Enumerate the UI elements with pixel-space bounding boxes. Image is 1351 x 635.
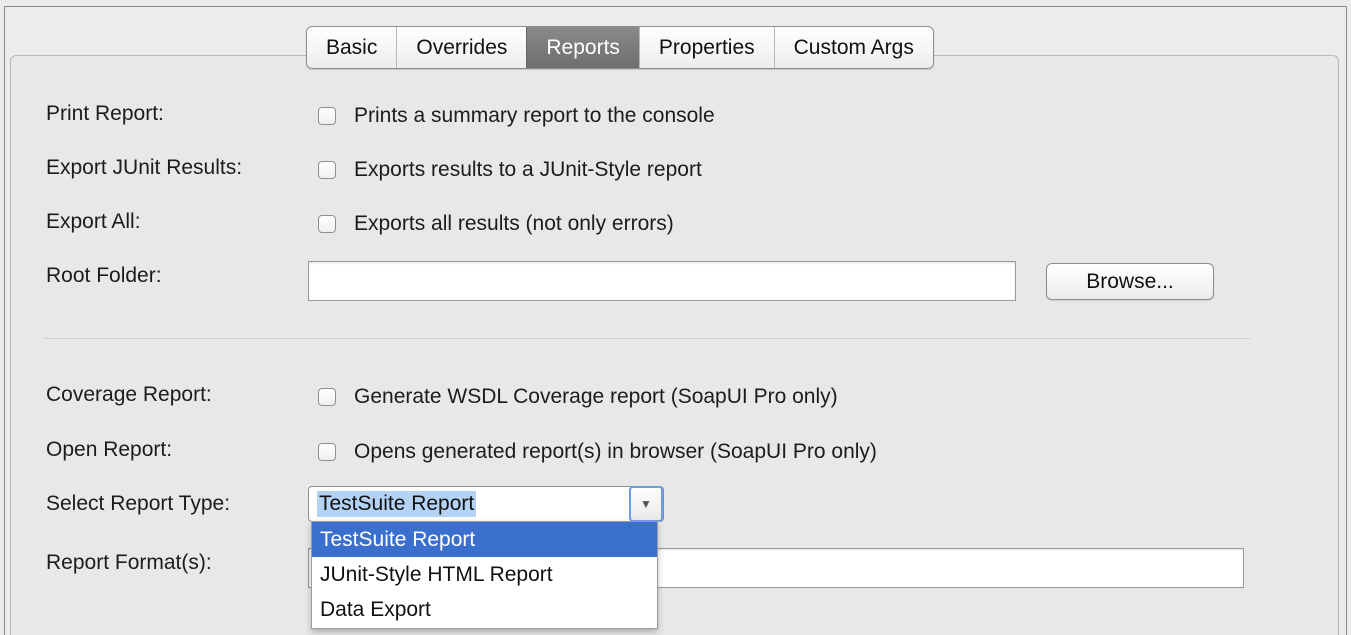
export-junit-checkbox[interactable] [318, 161, 336, 179]
report-formats-label: Report Format(s): [46, 551, 212, 574]
export-all-checkbox-text: Exports all results (not only errors) [354, 212, 674, 235]
dropdown-option-testsuite-report[interactable]: TestSuite Report [312, 522, 657, 557]
report-type-dropdown: TestSuite Report JUnit-Style HTML Report… [311, 521, 658, 629]
coverage-report-label: Coverage Report: [46, 383, 212, 406]
browse-button[interactable]: Browse... [1046, 263, 1214, 300]
tab-custom-args[interactable]: Custom Args [773, 27, 933, 68]
report-type-label: Select Report Type: [46, 492, 231, 515]
print-report-label: Print Report: [46, 102, 164, 125]
tab-basic[interactable]: Basic [307, 27, 396, 68]
print-report-option[interactable]: Prints a summary report to the console [318, 104, 715, 128]
export-all-option[interactable]: Exports all results (not only errors) [318, 212, 674, 236]
tab-reports[interactable]: Reports [526, 27, 639, 68]
dropdown-option-junit-html-report[interactable]: JUnit-Style HTML Report [312, 557, 657, 592]
export-all-checkbox[interactable] [318, 215, 336, 233]
export-junit-label: Export JUnit Results: [46, 156, 243, 179]
root-folder-input[interactable] [308, 261, 1016, 301]
open-report-checkbox[interactable] [318, 443, 336, 461]
print-report-checkbox[interactable] [318, 107, 336, 125]
report-type-selected-value: TestSuite Report [317, 491, 477, 517]
export-junit-option[interactable]: Exports results to a JUnit-Style report [318, 158, 702, 182]
tab-bar: Basic Overrides Reports Properties Custo… [306, 26, 934, 69]
chevron-down-icon[interactable]: ▼ [629, 486, 663, 522]
tab-properties[interactable]: Properties [638, 27, 774, 68]
coverage-report-checkbox[interactable] [318, 388, 336, 406]
coverage-report-option[interactable]: Generate WSDL Coverage report (SoapUI Pr… [318, 385, 838, 409]
root-folder-label: Root Folder: [46, 264, 162, 287]
export-junit-checkbox-text: Exports results to a JUnit-Style report [354, 158, 702, 181]
open-report-checkbox-text: Opens generated report(s) in browser (So… [354, 440, 877, 463]
open-report-label: Open Report: [46, 438, 173, 461]
section-divider [44, 338, 1250, 339]
report-type-select[interactable]: TestSuite Report ▼ [308, 486, 664, 522]
dropdown-option-data-export[interactable]: Data Export [312, 592, 657, 627]
tab-overrides[interactable]: Overrides [396, 27, 526, 68]
coverage-report-checkbox-text: Generate WSDL Coverage report (SoapUI Pr… [354, 385, 838, 408]
print-report-checkbox-text: Prints a summary report to the console [354, 104, 715, 127]
export-all-label: Export All: [46, 210, 141, 233]
open-report-option[interactable]: Opens generated report(s) in browser (So… [318, 440, 877, 464]
